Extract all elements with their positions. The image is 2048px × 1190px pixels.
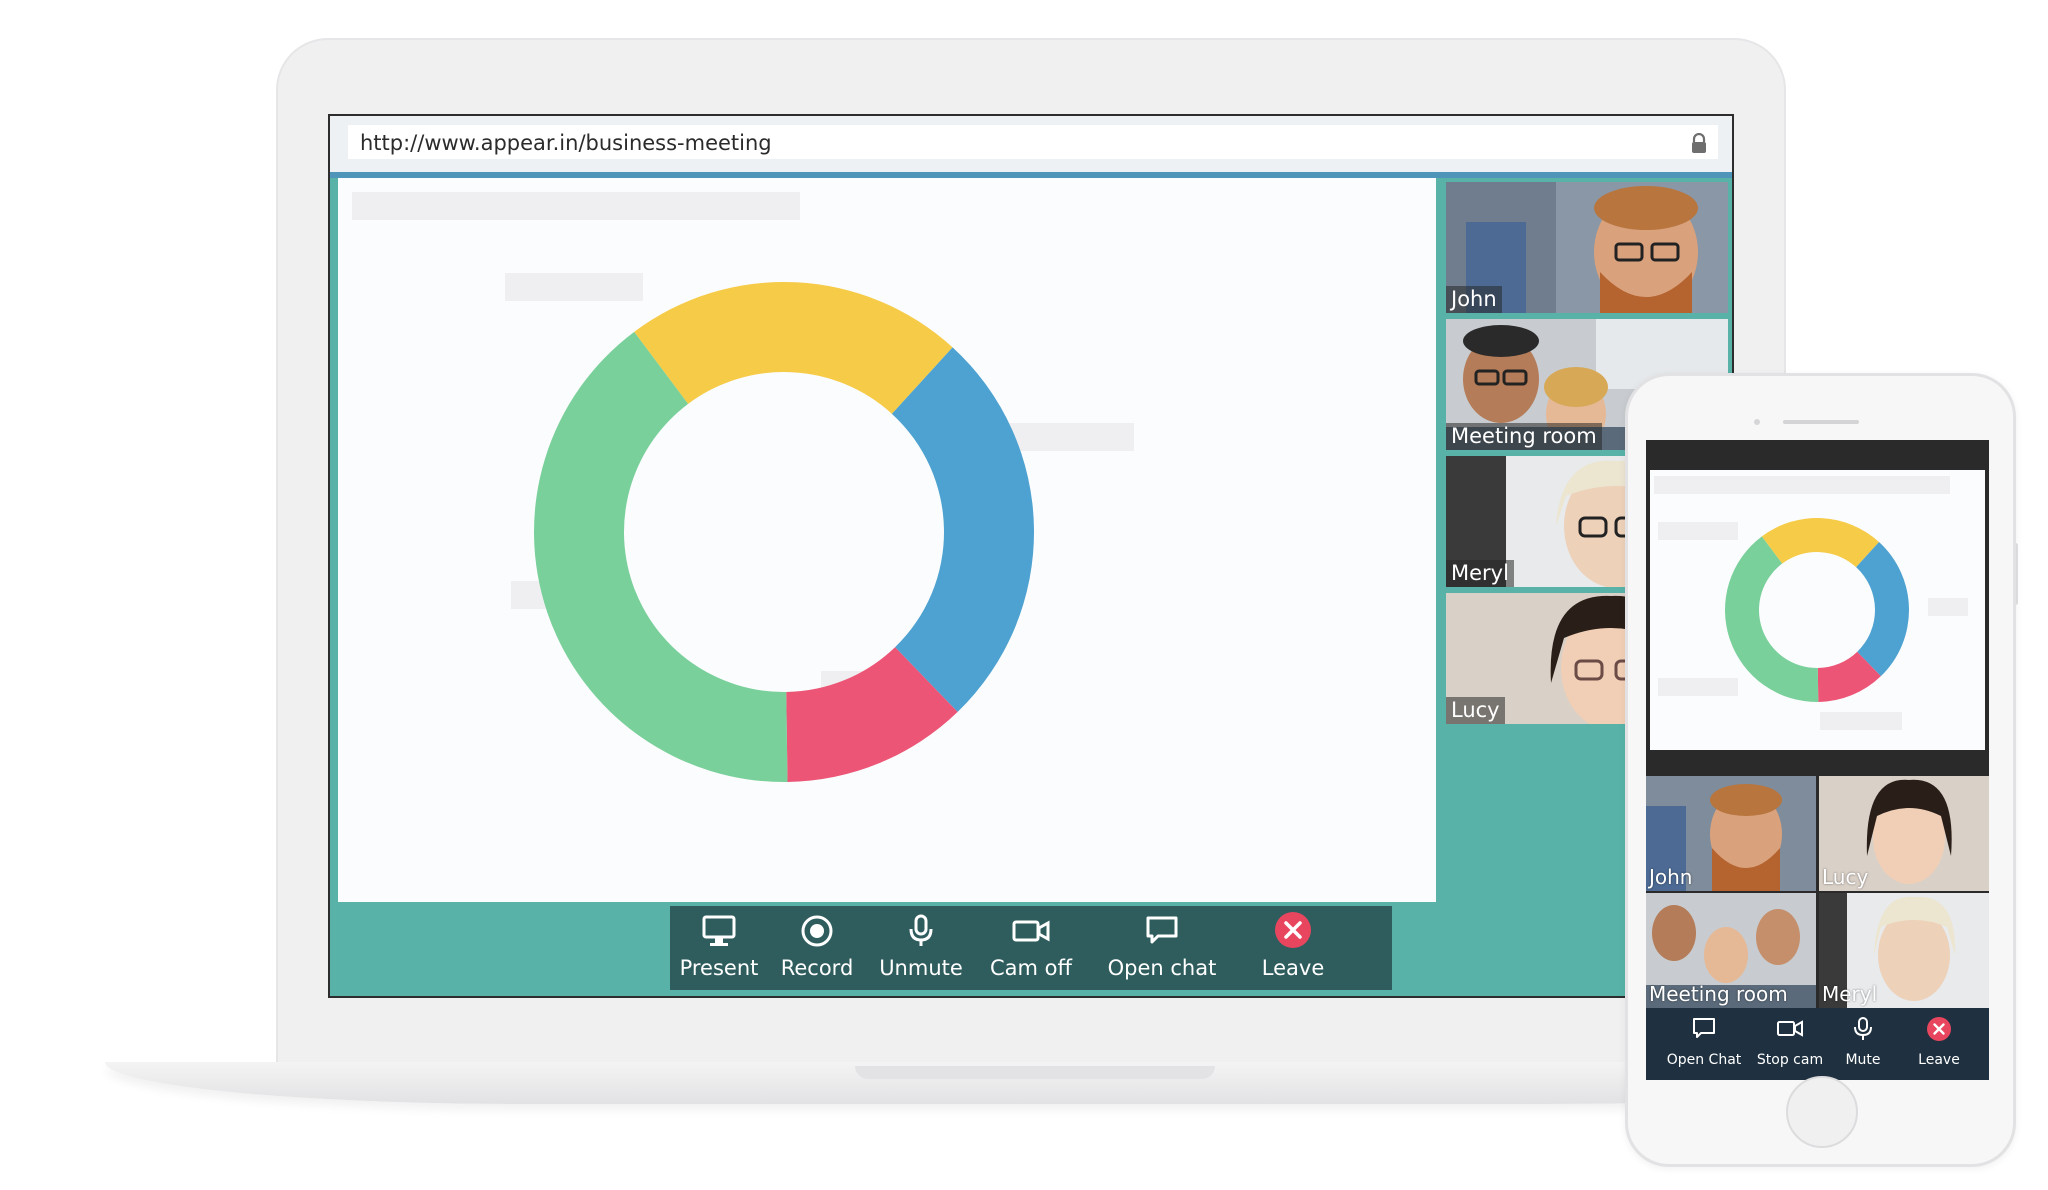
close-icon [1275,912,1311,948]
phone-shared-slide [1650,470,1985,750]
phone-tile-meryl[interactable]: Meryl [1819,893,1989,1008]
participant-name: Meryl [1446,560,1514,587]
microphone-icon [909,914,933,946]
browser-url-bar: http://www.appear.in/business-meeting [330,116,1732,178]
open-chat-label: Open chat [1107,956,1217,980]
phone-tile-name: Meryl [1822,982,1878,1006]
camera-icon [1777,1020,1803,1037]
donut-chart [534,282,1034,782]
phone-donut-slice-1 [1725,536,1819,702]
lock-icon [1692,133,1706,153]
phone-screen: John Lucy Meeting room Meryl Open Chat S… [1646,440,1989,1080]
participant-name: Lucy [1446,697,1505,724]
phone-tile-name: Lucy [1822,865,1869,889]
phone-device: John Lucy Meeting room Meryl Open Chat S… [1625,373,2016,1167]
phone-video-grid: John Lucy Meeting room Meryl [1646,776,1989,1008]
phone-mute-button[interactable]: Mute [1832,1008,1894,1080]
phone-toolbar: Open Chat Stop cam Mute Leave [1646,1008,1989,1080]
laptop-screen: http://www.appear.in/business-meeting Jo… [328,114,1734,998]
phone-donut-slice-3 [1856,542,1909,677]
phone-tile-meeting-room[interactable]: Meeting room [1646,893,1816,1008]
present-label: Present [679,956,759,980]
donut-slice-3 [891,347,1034,712]
phone-tile-name: John [1649,865,1693,889]
address-field[interactable]: http://www.appear.in/business-meeting [348,125,1718,159]
shared-slide [338,178,1436,902]
cam-off-button[interactable]: Cam off [976,906,1086,990]
phone-open-chat-button[interactable]: Open Chat [1666,1008,1742,1080]
url-text: http://www.appear.in/business-meeting [360,131,772,155]
meeting-toolbar: Present Record Unmute Cam off Open chat … [670,906,1392,990]
participant-name: John [1446,286,1502,313]
video-tile-john[interactable]: John [1446,182,1728,313]
phone-leave-button[interactable]: Leave [1908,1008,1970,1080]
phone-home-button[interactable] [1786,1076,1858,1148]
record-label: Record [780,956,854,980]
monitor-icon [702,915,736,946]
phone-tile-lucy[interactable]: Lucy [1819,776,1989,891]
phone-donut-slice-2 [1761,518,1880,568]
record-button[interactable]: Record [768,906,866,990]
phone-donut-chart [1725,518,1909,702]
camera-icon [1012,920,1050,942]
donut-slice-1 [534,331,788,782]
cam-off-label: Cam off [990,956,1072,980]
open-chat-button[interactable]: Open chat [1086,906,1238,990]
phone-camera-dot [1754,419,1760,425]
leave-button[interactable]: Leave [1238,906,1348,990]
chat-icon [1693,1018,1715,1038]
phone-leave-label: Leave [1918,1052,1960,1068]
microphone-icon [1854,1017,1872,1040]
laptop-notch [855,1066,1215,1079]
present-button[interactable]: Present [670,906,768,990]
leave-label: Leave [1261,956,1325,980]
record-icon [801,915,833,947]
phone-tile-john[interactable]: John [1646,776,1816,891]
donut-slice-2 [634,282,953,414]
phone-stop-cam-button[interactable]: Stop cam [1752,1008,1828,1080]
unmute-button[interactable]: Unmute [866,906,976,990]
close-icon [1927,1017,1951,1041]
phone-speaker [1783,420,1859,424]
chat-icon [1146,916,1178,944]
participant-name: Meeting room [1446,423,1602,450]
phone-tile-name: Meeting room [1649,982,1788,1006]
unmute-label: Unmute [879,956,963,980]
